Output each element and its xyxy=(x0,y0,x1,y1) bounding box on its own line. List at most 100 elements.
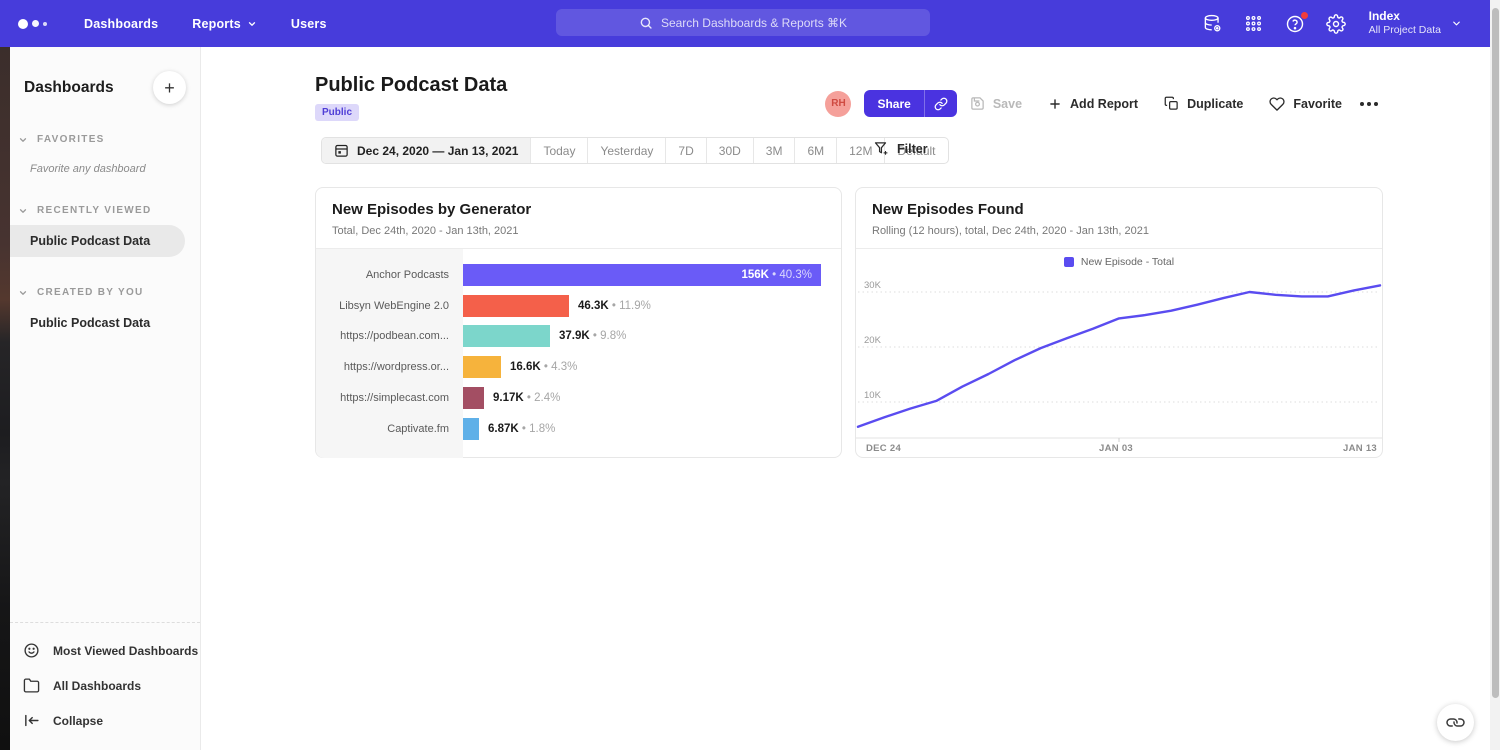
mixpanel-logo-icon[interactable] xyxy=(18,19,58,29)
table-row: Captivate.fm6.87K • 1.8% xyxy=(316,418,841,440)
folder-icon xyxy=(23,677,40,694)
link-icon xyxy=(934,97,948,111)
bar-segment[interactable] xyxy=(463,325,550,347)
plus-icon xyxy=(1048,97,1062,111)
collapse-icon xyxy=(23,712,40,729)
avatar[interactable]: RH xyxy=(825,91,851,117)
table-row: Anchor Podcasts 156K • 40.3% xyxy=(316,264,841,286)
chevron-down-icon xyxy=(247,19,257,29)
bar-segment[interactable] xyxy=(463,418,479,440)
calendar-icon xyxy=(334,143,349,158)
nav-item-label: Reports xyxy=(192,17,241,31)
sidebar-footer-label: Collapse xyxy=(53,714,103,728)
date-option-3m[interactable]: 3M xyxy=(753,138,795,163)
bar-segment[interactable] xyxy=(463,387,484,409)
x-axis-tick-label: JAN 13 xyxy=(1343,443,1377,454)
project-subtitle: All Project Data xyxy=(1369,24,1441,37)
bar-segment[interactable] xyxy=(463,356,501,378)
add-report-button[interactable]: Add Report xyxy=(1048,97,1138,111)
date-option-yesterday[interactable]: Yesterday xyxy=(587,138,665,163)
bar-value-label: 37.9K • 9.8% xyxy=(559,325,626,347)
help-icon[interactable] xyxy=(1285,14,1305,34)
sidebar-footer-most-viewed-dashboards[interactable]: Most Viewed Dashboards xyxy=(10,633,200,668)
filter-button[interactable]: Filter xyxy=(873,141,928,156)
sidebar-footer: Most Viewed Dashboards All Dashboards Coll… xyxy=(10,622,200,750)
sidebar-footer-label: Most Viewed Dashboards xyxy=(53,644,198,658)
date-range-selected[interactable]: Dec 24, 2020 — Jan 13, 2021 xyxy=(322,138,530,163)
bar-category-label: Anchor Podcasts xyxy=(316,264,449,286)
bar-chart-body: Anchor Podcasts 156K • 40.3% Libsyn WebEng… xyxy=(316,249,841,458)
line-series[interactable] xyxy=(858,285,1380,426)
public-badge: Public xyxy=(315,104,359,121)
duplicate-button[interactable]: Duplicate xyxy=(1164,96,1243,111)
sidebar-footer-collapse[interactable]: Collapse xyxy=(10,703,200,738)
bar-segment[interactable] xyxy=(463,295,569,317)
nav-items: Dashboards Reports Users xyxy=(84,17,327,31)
sidebar: Dashboards + FAVORITESFavorite any dashb… xyxy=(10,47,201,750)
line-chart-header[interactable]: New Episodes Found Rolling (12 hours), t… xyxy=(856,188,1382,249)
sidebar-section-recently-viewed[interactable]: RECENTLY VIEWED xyxy=(10,205,200,216)
floating-link-button[interactable] xyxy=(1437,704,1474,741)
date-option-7d[interactable]: 7D xyxy=(665,138,705,163)
date-option-30d[interactable]: 30D xyxy=(706,138,753,163)
share-button[interactable]: Share xyxy=(864,90,923,117)
sidebar-section-label: CREATED BY YOU xyxy=(37,287,144,298)
share-link-button[interactable] xyxy=(924,90,957,117)
line-chart-title: New Episodes Found xyxy=(872,201,1366,218)
date-option-today[interactable]: Today xyxy=(530,138,587,163)
funnel-icon xyxy=(873,141,888,156)
bar-value-label: 6.87K • 1.8% xyxy=(488,418,555,440)
x-axis-tick-label: DEC 24 xyxy=(866,443,901,454)
apps-grid-icon[interactable] xyxy=(1244,14,1264,34)
nav-item-reports[interactable]: Reports xyxy=(192,17,257,31)
chevron-down-icon xyxy=(18,288,28,298)
chevron-down-icon xyxy=(1451,18,1462,29)
sidebar-footer-label: All Dashboards xyxy=(53,679,141,693)
search-input[interactable]: Search Dashboards & Reports ⌘K xyxy=(556,9,930,36)
table-row: https://wordpress.or...16.6K • 4.3% xyxy=(316,356,841,378)
data-management-icon[interactable] xyxy=(1203,14,1223,34)
bar-chart-card: New Episodes by Generator Total, Dec 24t… xyxy=(315,187,842,458)
background-window-strip xyxy=(0,47,10,750)
favorite-button[interactable]: Favorite xyxy=(1269,96,1342,112)
bar-value-label: 156K • 40.3% xyxy=(741,264,812,286)
bar-value-label: 9.17K • 2.4% xyxy=(493,387,560,409)
line-chart-body: New Episode - Total 30K20K10KDEC 24JAN 0… xyxy=(856,249,1382,458)
bar-category-label: https://wordpress.or... xyxy=(316,356,449,378)
nav-item-users[interactable]: Users xyxy=(291,17,327,31)
link-icon xyxy=(1443,710,1467,734)
sidebar-section-label: FAVORITES xyxy=(37,134,105,145)
search-icon xyxy=(639,16,653,30)
smiley-icon xyxy=(23,642,40,659)
page-title: Public Podcast Data xyxy=(315,74,507,97)
bar-category-label: Libsyn WebEngine 2.0 xyxy=(316,295,449,317)
line-chart-card: New Episodes Found Rolling (12 hours), t… xyxy=(855,187,1383,458)
add-dashboard-button[interactable]: + xyxy=(153,71,186,104)
top-nav: Dashboards Reports Users Search Dashboards… xyxy=(0,0,1490,47)
date-range-control: Dec 24, 2020 — Jan 13, 2021 TodayYesterd… xyxy=(321,137,949,164)
nav-item-label: Dashboards xyxy=(84,17,158,31)
bar-value-label: 46.3K • 11.9% xyxy=(578,295,651,317)
search-placeholder: Search Dashboards & Reports ⌘K xyxy=(661,16,847,30)
more-options-button[interactable] xyxy=(1356,98,1382,110)
sidebar-footer-all-dashboards[interactable]: All Dashboards xyxy=(10,668,200,703)
sidebar-item-public-podcast-data[interactable]: Public Podcast Data xyxy=(10,225,185,257)
sidebar-item-public-podcast-data[interactable]: Public Podcast Data xyxy=(10,307,200,339)
settings-gear-icon[interactable] xyxy=(1326,14,1346,34)
sidebar-section-label: RECENTLY VIEWED xyxy=(37,205,152,216)
copy-icon xyxy=(1164,96,1179,111)
date-option-6m[interactable]: 6M xyxy=(794,138,836,163)
chevron-down-icon xyxy=(18,135,28,145)
project-switcher[interactable]: Index All Project Data xyxy=(1369,9,1462,37)
nav-item-dashboards[interactable]: Dashboards xyxy=(84,17,158,31)
sidebar-title: Dashboards xyxy=(24,79,114,97)
line-chart-plot[interactable] xyxy=(856,249,1382,458)
sidebar-section-created-by-you[interactable]: CREATED BY YOU xyxy=(10,287,200,298)
scrollbar-thumb[interactable] xyxy=(1492,8,1499,698)
chevron-down-icon xyxy=(18,206,28,216)
page-scrollbar[interactable] xyxy=(1490,0,1500,750)
sidebar-section-favorites[interactable]: FAVORITES xyxy=(10,134,200,145)
bar-category-label: https://simplecast.com xyxy=(316,387,449,409)
bar-chart-header[interactable]: New Episodes by Generator Total, Dec 24t… xyxy=(316,188,841,249)
save-button[interactable]: Save xyxy=(970,96,1022,111)
